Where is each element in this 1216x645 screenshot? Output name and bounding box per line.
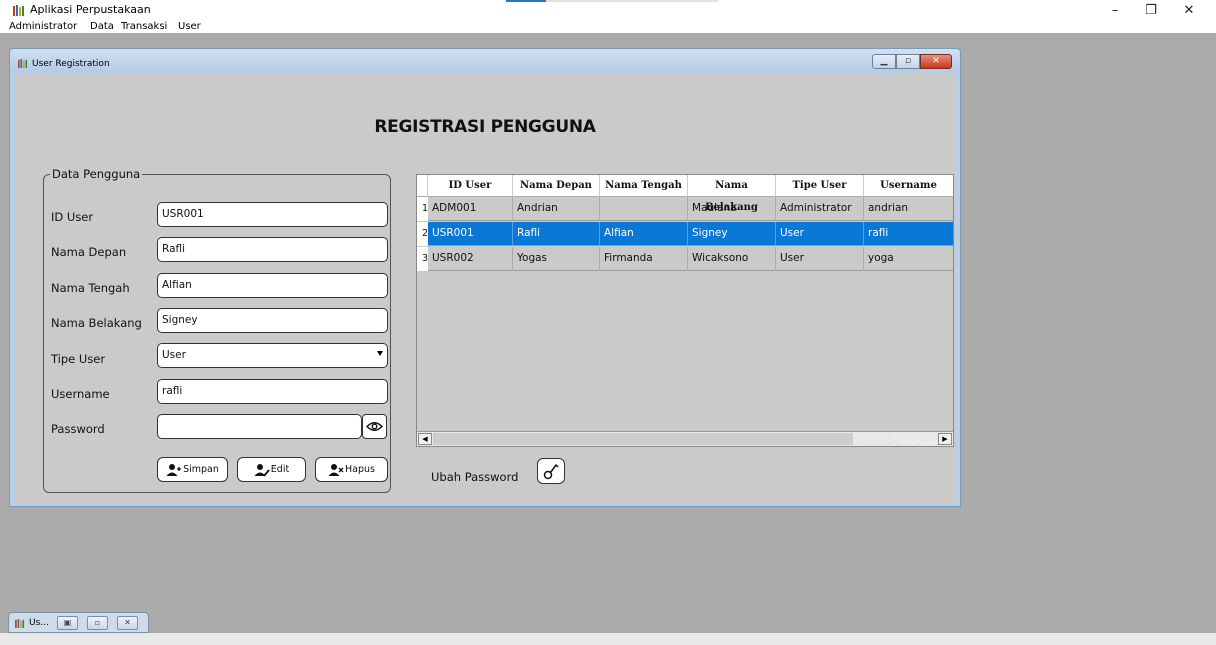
ubah-password-label: Ubah Password [431,470,519,484]
cell-id-user[interactable]: ADM001 [428,197,513,221]
frame-maximize-button[interactable]: ▫ [896,54,920,69]
frame-content: REGISTRASI PENGGUNA Data Pengguna ID Use… [15,73,955,503]
cell-tipe-user[interactable]: Administrator [776,197,864,221]
window-titlebar: Aplikasi Perpustakaan – ❐ ✕ [0,0,1216,20]
cell-nama-tengah[interactable]: Alfian [600,222,688,246]
frame-close-button[interactable]: ✕ [920,54,952,69]
add-user-icon [166,463,182,476]
table-row-selected[interactable]: 2 USR001 Rafli Alfian Signey User rafli [417,222,953,246]
cell-username[interactable]: rafli [864,222,953,246]
edit-label: Edit [270,464,290,475]
cell-nama-tengah[interactable] [600,197,688,221]
menu-transaksi[interactable]: Transaksi [121,20,167,33]
cell-tipe-user[interactable]: User [776,222,864,246]
username-label: Username [51,387,110,401]
dropdown-arrow-icon [377,351,383,356]
table-header: ID User Nama Depan Nama Tengah Nama Bela… [417,175,953,213]
minimized-frame-title: Us... [29,618,49,628]
edit-user-icon [254,463,270,477]
hapus-button[interactable]: Hapus [315,457,388,482]
cell-id-user[interactable]: USR002 [428,247,513,271]
scroll-left-arrow-icon[interactable]: ◀ [418,433,432,445]
id-user-label: ID User [51,210,94,224]
restore-frame-button[interactable]: ▣ [57,616,78,630]
edit-button[interactable]: Edit [237,457,306,482]
cell-nama-tengah[interactable]: Firmanda [600,247,688,271]
password-label: Password [51,422,105,436]
simpan-button[interactable]: Simpan [157,457,228,482]
horizontal-scrollbar[interactable]: ◀ ▶ [417,431,953,446]
simpan-label: Simpan [183,464,219,475]
row-number: 1 [417,197,428,221]
page-title: REGISTRASI PENGGUNA [374,117,596,137]
row-number: 2 [417,222,428,246]
scrollbar-track[interactable] [857,433,937,445]
row-number-header [417,175,428,197]
ubah-password-button[interactable] [537,458,565,484]
window-title: Aplikasi Perpustakaan [30,3,151,16]
column-header-nama-belakang[interactable]: Nama Belakang [688,175,776,213]
nama-tengah-label: Nama Tengah [51,281,130,295]
eye-icon [366,422,383,431]
status-bar [0,633,1216,645]
username-input[interactable]: rafli [157,379,388,404]
scroll-right-arrow-icon[interactable]: ▶ [938,433,952,445]
cell-nama-depan[interactable]: Andrian [513,197,600,221]
remove-user-icon [328,463,344,476]
column-header-nama-tengah[interactable]: Nama Tengah [600,175,688,197]
library-books-icon [15,619,25,628]
frame-minimize-button[interactable]: ▁ [872,54,896,69]
nama-tengah-input[interactable]: Alfian [157,273,388,298]
column-header-id-user[interactable]: ID User [428,175,513,197]
minimize-button[interactable]: – [1103,2,1127,19]
password-input[interactable] [157,414,362,439]
column-header-tipe-user[interactable]: Tipe User [776,175,864,197]
close-frame-button[interactable]: ✕ [117,616,138,630]
nama-depan-label: Nama Depan [51,245,127,259]
column-header-nama-depan[interactable]: Nama Depan [513,175,600,197]
cell-username[interactable]: yoga [864,247,953,271]
close-button[interactable]: ✕ [1177,2,1201,19]
menu-administrator[interactable]: Administrator [9,20,77,33]
key-icon [543,463,559,480]
loading-progress [506,0,718,2]
group-title: Data Pengguna [50,167,143,181]
cell-id-user[interactable]: USR001 [428,222,513,246]
library-books-icon [13,5,24,16]
minimized-frame[interactable]: Us... ▣ ▫ ✕ [8,612,149,633]
user-table: ID User Nama Depan Nama Tengah Nama Bela… [416,174,954,447]
cell-nama-belakang[interactable]: Wicaksono [688,247,776,271]
library-books-icon [18,59,28,68]
hapus-label: Hapus [345,464,375,475]
tipe-user-select[interactable]: User [157,343,388,368]
nama-belakang-input[interactable]: Signey [157,308,388,333]
menu-data[interactable]: Data [90,20,114,33]
tipe-user-label: Tipe User [51,352,106,366]
nama-depan-input[interactable]: Rafli [157,237,388,262]
cell-username[interactable]: andrian [864,197,953,221]
tipe-user-value: User [162,349,186,361]
nama-belakang-label: Nama Belakang [51,316,142,330]
column-header-username[interactable]: Username [864,175,953,197]
frame-title: User Registration [32,59,110,69]
table-row[interactable]: 1 ADM001 Andrian Maulana Administrator a… [417,197,953,221]
id-user-input[interactable]: USR001 [157,202,388,227]
cell-nama-belakang[interactable]: Signey [688,222,776,246]
cell-nama-belakang[interactable]: Maulana [688,197,776,221]
maximize-frame-button[interactable]: ▫ [87,616,108,630]
menu-user[interactable]: User [178,20,201,33]
scrollbar-thumb[interactable] [433,433,853,445]
maximize-button[interactable]: ❐ [1139,2,1163,19]
user-registration-frame: User Registration ▁ ▫ ✕ REGISTRASI PENGG… [9,48,961,507]
show-password-button[interactable] [362,414,387,439]
frame-controls: ▁ ▫ ✕ [872,54,952,69]
cell-nama-depan[interactable]: Rafli [513,222,600,246]
frame-titlebar[interactable]: User Registration ▁ ▫ ✕ [10,49,960,73]
table-row[interactable]: 3 USR002 Yogas Firmanda Wicaksono User y… [417,247,953,271]
cell-nama-depan[interactable]: Yogas [513,247,600,271]
row-number: 3 [417,247,428,271]
cell-tipe-user[interactable]: User [776,247,864,271]
menu-bar: Administrator Data Transaksi User [0,20,1216,33]
